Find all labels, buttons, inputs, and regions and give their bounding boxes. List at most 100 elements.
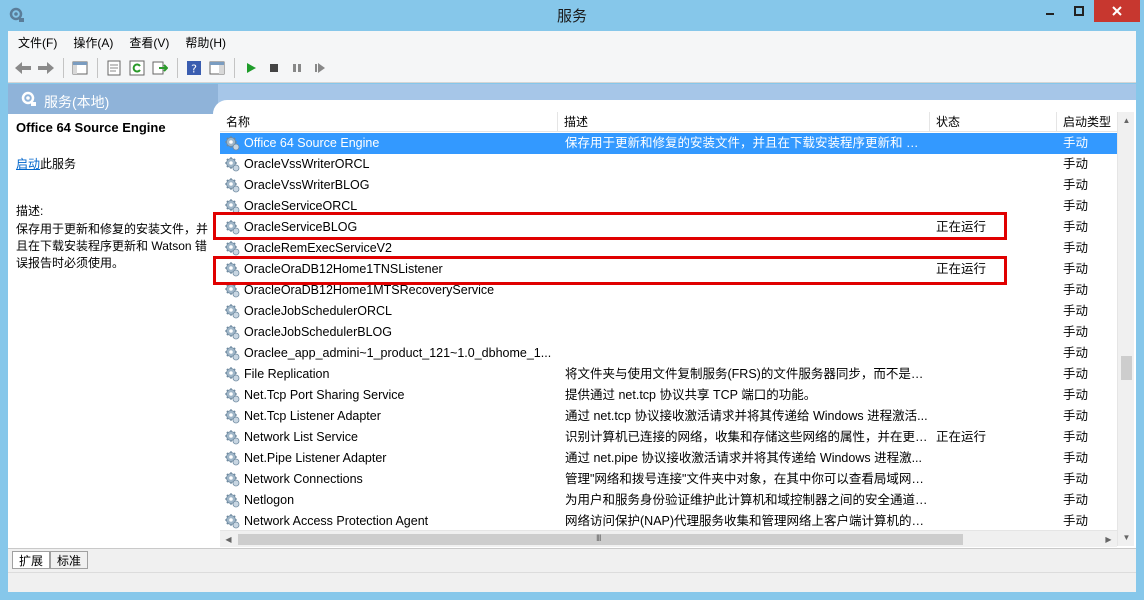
service-status xyxy=(936,490,1056,511)
service-startup-type: 手动 xyxy=(1063,451,1089,465)
service-row[interactable]: Network Access Protection Agent 网络访问保护(NA… xyxy=(220,511,1117,532)
service-row[interactable]: Network Connections 管理"网络和拨号连接"文件夹中对象，在其中… xyxy=(220,469,1117,490)
horizontal-scrollbar[interactable]: ◀ III ▶ xyxy=(220,530,1117,547)
service-row[interactable]: OracleJobSchedulerORCL 手动 xyxy=(220,301,1117,322)
column-header-status[interactable]: 状态 xyxy=(930,112,1057,132)
pause-service-button[interactable] xyxy=(286,57,308,79)
scroll-left-icon[interactable]: ◀ xyxy=(220,531,237,548)
toolbar: ? xyxy=(8,53,1136,83)
service-startup-type: 手动 xyxy=(1063,346,1089,360)
gear-icon xyxy=(224,492,242,510)
service-name: File Replication xyxy=(244,367,330,381)
export-list-button[interactable] xyxy=(149,57,171,79)
service-row[interactable]: Net.Tcp Listener Adapter 通过 net.tcp 协议接收激… xyxy=(220,406,1117,427)
menu-action[interactable]: 操作(A) xyxy=(73,34,113,51)
gear-icon xyxy=(224,135,242,153)
forward-arrow-icon xyxy=(38,61,54,74)
service-startup-type: 手动 xyxy=(1063,157,1089,171)
forward-button[interactable] xyxy=(35,57,57,79)
service-name: Net.Tcp Port Sharing Service xyxy=(244,388,405,402)
service-startup-type: 手动 xyxy=(1063,178,1089,192)
service-startup-type: 手动 xyxy=(1063,304,1089,318)
service-row[interactable]: File Replication 将文件夹与使用文件复制服务(FRS)的文件服务器… xyxy=(220,364,1117,385)
service-status xyxy=(936,385,1056,406)
minimize-button[interactable] xyxy=(1036,0,1064,22)
service-row[interactable]: Network List Service 识别计算机已连接的网络，收集和存储这些网… xyxy=(220,427,1117,448)
properties-button[interactable] xyxy=(103,57,125,79)
vertical-scroll-thumb[interactable] xyxy=(1121,356,1132,380)
service-startup-type: 手动 xyxy=(1063,325,1089,339)
menu-view[interactable]: 查看(V) xyxy=(129,34,169,51)
menu-file[interactable]: 文件(F) xyxy=(18,34,57,51)
scope-header: 服务(本地) xyxy=(8,84,1136,114)
refresh-button[interactable] xyxy=(126,57,148,79)
column-header-description[interactable]: 描述 xyxy=(558,112,930,132)
gear-icon xyxy=(224,303,242,321)
service-name: OracleJobSchedulerORCL xyxy=(244,304,392,318)
column-header-startup-type[interactable]: 启动类型 xyxy=(1057,112,1117,132)
gear-icon xyxy=(224,513,242,531)
service-row[interactable]: Net.Tcp Port Sharing Service 提供通过 net.tcp… xyxy=(220,385,1117,406)
scope-title: 服务(本地) xyxy=(44,94,110,110)
service-name: Network Connections xyxy=(244,472,363,486)
toolbar-separator xyxy=(63,57,64,78)
scroll-up-icon[interactable]: ▲ xyxy=(1118,112,1135,129)
close-button[interactable] xyxy=(1094,0,1140,22)
services-window: 服务 文件(F) 操作(A) 查看(V) 帮助(H) ? 服务(本地) Offi… xyxy=(0,0,1144,600)
tab-standard[interactable]: 标准 xyxy=(50,551,89,569)
column-header-name[interactable]: 名称 xyxy=(220,112,558,132)
export-icon xyxy=(152,61,168,74)
service-name: Net.Pipe Listener Adapter xyxy=(244,451,387,465)
menu-help[interactable]: 帮助(H) xyxy=(185,34,226,51)
service-row[interactable]: OracleVssWriterBLOG 手动 xyxy=(220,175,1117,196)
service-startup-type: 手动 xyxy=(1063,430,1089,444)
scroll-down-icon[interactable]: ▼ xyxy=(1118,529,1135,546)
description-label: 描述: xyxy=(16,204,44,218)
start-service-link[interactable]: 启动 xyxy=(16,157,40,171)
service-name: Office 64 Source Engine xyxy=(244,136,380,150)
service-row[interactable]: Oraclee_app_admini~1_product_121~1.0_dbh… xyxy=(220,343,1117,364)
service-startup-type: 手动 xyxy=(1063,472,1089,486)
service-name: OracleVssWriterBLOG xyxy=(244,178,370,192)
service-description: 保存用于更新和修复的安装文件，并且在下载安装程序更新和 Wa... xyxy=(565,136,929,150)
service-startup-type: 手动 xyxy=(1063,493,1089,507)
play-icon xyxy=(247,62,256,73)
service-name: Network List Service xyxy=(244,430,358,444)
service-row[interactable]: Netlogon 为用户和服务身份验证维护此计算机和域控制器之间的安全通道。...… xyxy=(220,490,1117,511)
gear-icon xyxy=(224,429,242,447)
back-button[interactable] xyxy=(12,57,34,79)
scroll-right-icon[interactable]: ▶ xyxy=(1100,531,1117,548)
service-description: 保存用于更新和修复的安装文件，并且在下载安装程序更新和 Watson 错误报告时… xyxy=(16,222,209,270)
service-status xyxy=(936,343,1056,364)
maximize-button[interactable] xyxy=(1065,0,1093,22)
service-status xyxy=(936,511,1056,532)
service-status xyxy=(936,448,1056,469)
back-arrow-icon xyxy=(15,61,31,74)
selected-service-name: Office 64 Source Engine xyxy=(16,120,166,135)
service-description xyxy=(565,343,929,364)
help-button[interactable]: ? xyxy=(183,57,205,79)
description-pane: Office 64 Source Engine 启动此服务 描述: 保存用于更新… xyxy=(8,114,218,546)
service-action: 启动此服务 xyxy=(16,155,210,172)
service-startup-type: 手动 xyxy=(1063,136,1089,150)
stop-service-button[interactable] xyxy=(263,57,285,79)
service-startup-type: 手动 xyxy=(1063,241,1089,255)
service-row[interactable]: Office 64 Source Engine 保存用于更新和修复的安装文件，并且… xyxy=(220,133,1117,154)
restart-service-button[interactable] xyxy=(309,57,331,79)
service-startup-type: 手动 xyxy=(1063,262,1089,276)
show-hide-console-tree-button[interactable] xyxy=(69,57,91,79)
service-startup-type: 手动 xyxy=(1063,409,1089,423)
tab-extended[interactable]: 扩展 xyxy=(12,551,51,569)
service-description: 为用户和服务身份验证维护此计算机和域控制器之间的安全通道。... xyxy=(565,493,929,507)
service-startup-type: 手动 xyxy=(1063,199,1089,213)
vertical-scrollbar[interactable]: ▲ ▼ xyxy=(1117,112,1134,546)
gear-icon xyxy=(224,156,242,174)
show-action-pane-button[interactable] xyxy=(206,57,228,79)
service-row[interactable]: OracleJobSchedulerBLOG 手动 xyxy=(220,322,1117,343)
services-list: 名称 描述 状态 启动类型 Office 64 Source Engine 保存用… xyxy=(220,112,1134,546)
service-row[interactable]: OracleVssWriterORCL 手动 xyxy=(220,154,1117,175)
start-service-button[interactable] xyxy=(240,57,262,79)
service-row[interactable]: Net.Pipe Listener Adapter 通过 net.pipe 协议接… xyxy=(220,448,1117,469)
rows-container: Office 64 Source Engine 保存用于更新和修复的安装文件，并且… xyxy=(220,133,1117,532)
service-description: 通过 net.pipe 协议接收激活请求并将其传递给 Windows 进程激..… xyxy=(565,451,923,465)
